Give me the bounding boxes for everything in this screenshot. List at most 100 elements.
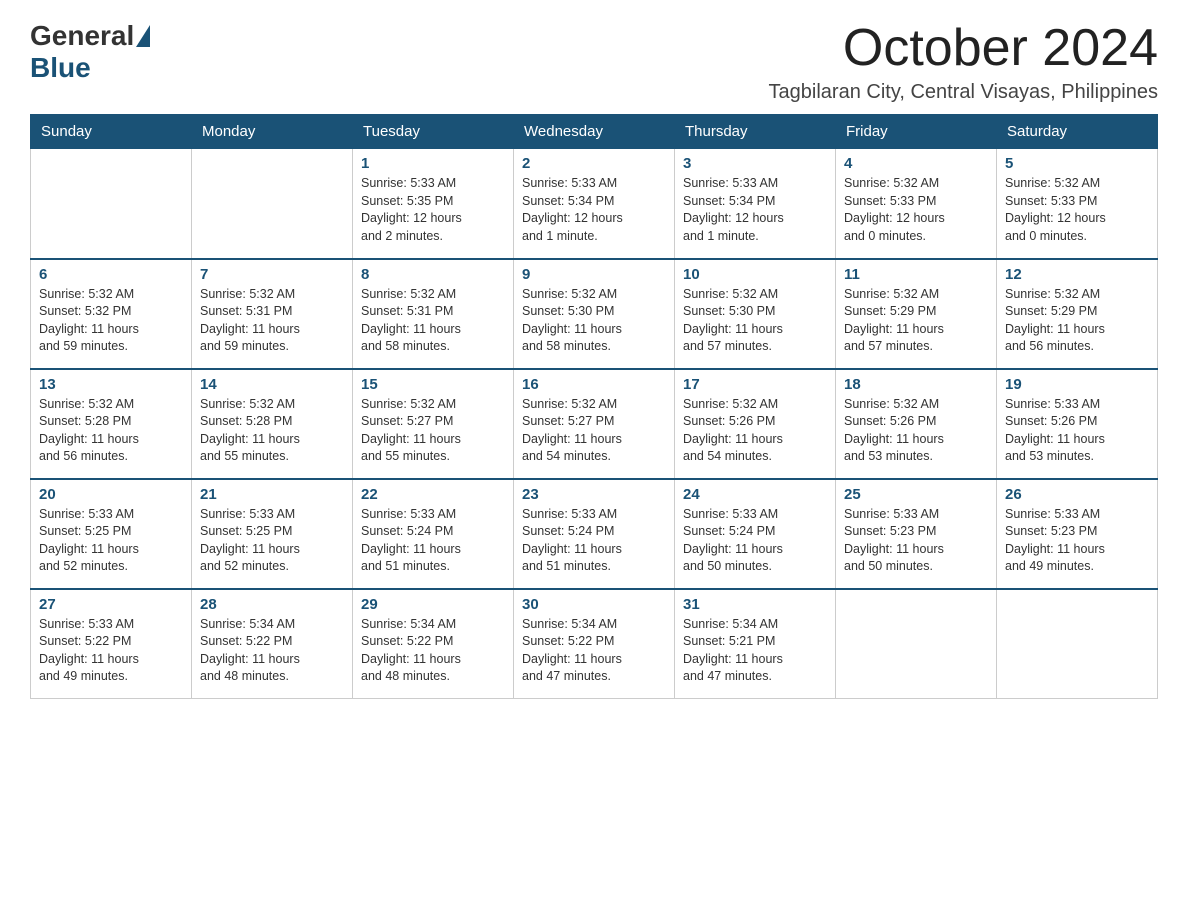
day-info: Sunrise: 5:32 AMSunset: 5:27 PMDaylight:… xyxy=(522,396,666,466)
day-number: 30 xyxy=(522,596,666,613)
calendar-cell: 8Sunrise: 5:32 AMSunset: 5:31 PMDaylight… xyxy=(353,259,514,369)
day-info: Sunrise: 5:33 AMSunset: 5:35 PMDaylight:… xyxy=(361,175,505,245)
day-number: 24 xyxy=(683,486,827,503)
day-info: Sunrise: 5:32 AMSunset: 5:28 PMDaylight:… xyxy=(39,396,183,466)
calendar-cell xyxy=(997,589,1158,699)
day-number: 18 xyxy=(844,376,988,393)
calendar-cell: 1 Sunrise: 5:33 AMSunset: 5:35 PMDaylight… xyxy=(353,149,514,259)
day-info: Sunrise: 5:33 AMSunset: 5:24 PMDaylight:… xyxy=(683,506,827,576)
day-number: 19 xyxy=(1005,376,1149,393)
calendar-cell: 31Sunrise: 5:34 AMSunset: 5:21 PMDayligh… xyxy=(675,589,836,699)
day-number: 25 xyxy=(844,486,988,503)
header: General Blue October 2024 Tagbilaran Cit… xyxy=(30,20,1158,104)
header-sunday: Sunday xyxy=(31,115,192,149)
calendar-cell: 11Sunrise: 5:32 AMSunset: 5:29 PMDayligh… xyxy=(836,259,997,369)
day-number: 20 xyxy=(39,486,183,503)
day-number: 21 xyxy=(200,486,344,503)
logo-general-text: General xyxy=(30,20,134,52)
day-number: 28 xyxy=(200,596,344,613)
calendar-cell xyxy=(836,589,997,699)
calendar-cell: 6 Sunrise: 5:32 AMSunset: 5:32 PMDaylight… xyxy=(31,259,192,369)
calendar-cell: 4Sunrise: 5:32 AMSunset: 5:33 PMDaylight… xyxy=(836,149,997,259)
day-number: 26 xyxy=(1005,486,1149,503)
day-number: 27 xyxy=(39,596,183,613)
week-row-1: 1 Sunrise: 5:33 AMSunset: 5:35 PMDaylight… xyxy=(31,149,1158,259)
calendar-cell: 7Sunrise: 5:32 AMSunset: 5:31 PMDaylight… xyxy=(192,259,353,369)
week-row-3: 13 Sunrise: 5:32 AMSunset: 5:28 PMDayligh… xyxy=(31,369,1158,479)
day-number: 2 xyxy=(522,155,666,172)
header-monday: Monday xyxy=(192,115,353,149)
calendar-cell: 23 Sunrise: 5:33 AMSunset: 5:24 PMDayligh… xyxy=(514,479,675,589)
day-number: 3 xyxy=(683,155,827,172)
day-number: 31 xyxy=(683,596,827,613)
day-info: Sunrise: 5:33 AMSunset: 5:24 PMDaylight:… xyxy=(522,506,666,576)
day-info: Sunrise: 5:34 AMSunset: 5:22 PMDaylight:… xyxy=(522,616,666,686)
calendar-cell: 12Sunrise: 5:32 AMSunset: 5:29 PMDayligh… xyxy=(997,259,1158,369)
calendar-cell: 22 Sunrise: 5:33 AMSunset: 5:24 PMDayligh… xyxy=(353,479,514,589)
logo: General Blue xyxy=(30,20,152,84)
calendar-cell: 21 Sunrise: 5:33 AMSunset: 5:25 PMDayligh… xyxy=(192,479,353,589)
day-info: Sunrise: 5:33 AMSunset: 5:25 PMDaylight:… xyxy=(39,506,183,576)
day-number: 13 xyxy=(39,376,183,393)
header-saturday: Saturday xyxy=(997,115,1158,149)
day-info: Sunrise: 5:32 AMSunset: 5:29 PMDaylight:… xyxy=(1005,286,1149,356)
day-info: Sunrise: 5:33 AMSunset: 5:26 PMDaylight:… xyxy=(1005,396,1149,466)
calendar-cell: 27 Sunrise: 5:33 AMSunset: 5:22 PMDayligh… xyxy=(31,589,192,699)
day-number: 6 xyxy=(39,266,183,283)
calendar-cell: 13 Sunrise: 5:32 AMSunset: 5:28 PMDayligh… xyxy=(31,369,192,479)
calendar-cell: 18 Sunrise: 5:32 AMSunset: 5:26 PMDayligh… xyxy=(836,369,997,479)
header-tuesday: Tuesday xyxy=(353,115,514,149)
day-info: Sunrise: 5:32 AMSunset: 5:31 PMDaylight:… xyxy=(200,286,344,356)
day-number: 1 xyxy=(361,155,505,172)
title-section: October 2024 Tagbilaran City, Central Vi… xyxy=(769,20,1158,104)
calendar-cell: 17Sunrise: 5:32 AMSunset: 5:26 PMDayligh… xyxy=(675,369,836,479)
day-info: Sunrise: 5:33 AMSunset: 5:34 PMDaylight:… xyxy=(522,175,666,245)
calendar-cell: 19 Sunrise: 5:33 AMSunset: 5:26 PMDayligh… xyxy=(997,369,1158,479)
day-info: Sunrise: 5:32 AMSunset: 5:26 PMDaylight:… xyxy=(844,396,988,466)
day-info: Sunrise: 5:33 AMSunset: 5:22 PMDaylight:… xyxy=(39,616,183,686)
day-info: Sunrise: 5:33 AMSunset: 5:23 PMDaylight:… xyxy=(1005,506,1149,576)
calendar-cell: 24 Sunrise: 5:33 AMSunset: 5:24 PMDayligh… xyxy=(675,479,836,589)
calendar-cell xyxy=(192,149,353,259)
week-row-4: 20 Sunrise: 5:33 AMSunset: 5:25 PMDayligh… xyxy=(31,479,1158,589)
calendar-cell: 3Sunrise: 5:33 AMSunset: 5:34 PMDaylight… xyxy=(675,149,836,259)
day-number: 29 xyxy=(361,596,505,613)
calendar-cell: 25 Sunrise: 5:33 AMSunset: 5:23 PMDayligh… xyxy=(836,479,997,589)
day-info: Sunrise: 5:32 AMSunset: 5:33 PMDaylight:… xyxy=(844,175,988,245)
day-info: Sunrise: 5:33 AMSunset: 5:23 PMDaylight:… xyxy=(844,506,988,576)
day-number: 23 xyxy=(522,486,666,503)
day-info: Sunrise: 5:32 AMSunset: 5:32 PMDaylight:… xyxy=(39,286,183,356)
calendar-cell: 28Sunrise: 5:34 AMSunset: 5:22 PMDayligh… xyxy=(192,589,353,699)
day-number: 10 xyxy=(683,266,827,283)
day-info: Sunrise: 5:32 AMSunset: 5:26 PMDaylight:… xyxy=(683,396,827,466)
calendar-cell: 14Sunrise: 5:32 AMSunset: 5:28 PMDayligh… xyxy=(192,369,353,479)
day-number: 11 xyxy=(844,266,988,283)
day-info: Sunrise: 5:33 AMSunset: 5:24 PMDaylight:… xyxy=(361,506,505,576)
calendar-cell: 10 Sunrise: 5:32 AMSunset: 5:30 PMDayligh… xyxy=(675,259,836,369)
day-number: 5 xyxy=(1005,155,1149,172)
calendar-cell xyxy=(31,149,192,259)
day-info: Sunrise: 5:32 AMSunset: 5:27 PMDaylight:… xyxy=(361,396,505,466)
week-row-2: 6 Sunrise: 5:32 AMSunset: 5:32 PMDaylight… xyxy=(31,259,1158,369)
day-info: Sunrise: 5:32 AMSunset: 5:30 PMDaylight:… xyxy=(683,286,827,356)
calendar-cell: 5 Sunrise: 5:32 AMSunset: 5:33 PMDaylight… xyxy=(997,149,1158,259)
day-info: Sunrise: 5:32 AMSunset: 5:31 PMDaylight:… xyxy=(361,286,505,356)
day-number: 14 xyxy=(200,376,344,393)
day-number: 15 xyxy=(361,376,505,393)
header-thursday: Thursday xyxy=(675,115,836,149)
calendar-cell: 15 Sunrise: 5:32 AMSunset: 5:27 PMDayligh… xyxy=(353,369,514,479)
day-info: Sunrise: 5:32 AMSunset: 5:30 PMDaylight:… xyxy=(522,286,666,356)
calendar-cell: 30 Sunrise: 5:34 AMSunset: 5:22 PMDayligh… xyxy=(514,589,675,699)
day-info: Sunrise: 5:34 AMSunset: 5:22 PMDaylight:… xyxy=(361,616,505,686)
week-row-5: 27 Sunrise: 5:33 AMSunset: 5:22 PMDayligh… xyxy=(31,589,1158,699)
day-info: Sunrise: 5:33 AMSunset: 5:25 PMDaylight:… xyxy=(200,506,344,576)
day-number: 22 xyxy=(361,486,505,503)
calendar-cell: 9Sunrise: 5:32 AMSunset: 5:30 PMDaylight… xyxy=(514,259,675,369)
calendar-cell: 20 Sunrise: 5:33 AMSunset: 5:25 PMDayligh… xyxy=(31,479,192,589)
day-info: Sunrise: 5:32 AMSunset: 5:33 PMDaylight:… xyxy=(1005,175,1149,245)
calendar-cell: 16Sunrise: 5:32 AMSunset: 5:27 PMDayligh… xyxy=(514,369,675,479)
main-title: October 2024 xyxy=(769,20,1158,77)
logo-triangle-icon xyxy=(136,25,150,47)
subtitle: Tagbilaran City, Central Visayas, Philip… xyxy=(769,81,1158,104)
calendar-cell: 26 Sunrise: 5:33 AMSunset: 5:23 PMDayligh… xyxy=(997,479,1158,589)
